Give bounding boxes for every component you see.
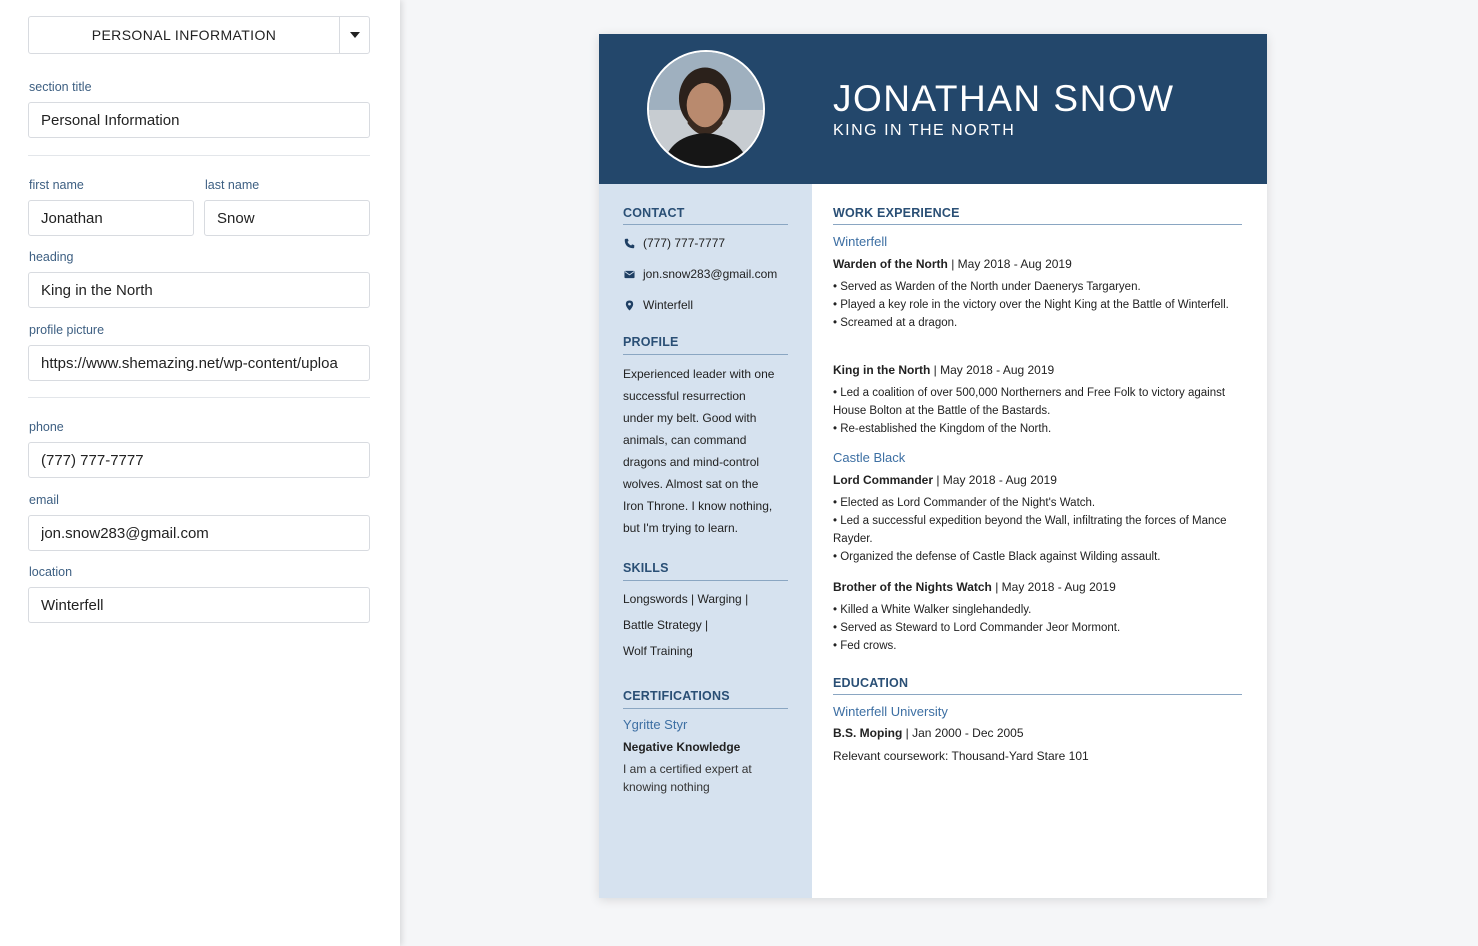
resume-heading: KING IN THE NORTH <box>833 122 1016 139</box>
contact-location: Winterfell <box>643 298 694 312</box>
resume-sidebar: CONTACT (777) 777-7777 jon.snow283@gmail… <box>599 184 812 898</box>
dropdown-button[interactable] <box>339 17 369 53</box>
contact-phone: (777) 777-7777 <box>643 236 726 250</box>
edu-degree: B.S. Moping | Jan 2000 - Dec 2005 <box>833 726 1024 740</box>
section-select-label: PERSONAL INFORMATION <box>91 27 277 43</box>
section-select[interactable]: PERSONAL INFORMATION <box>28 16 370 54</box>
profile-picture-label: profile picture <box>29 323 105 337</box>
resume-header: JONATHAN SNOW KING IN THE NORTH <box>599 34 1267 184</box>
job-bullets: • Led a coalition of over 500,000 Northe… <box>833 387 1226 435</box>
first-name-label: first name <box>29 178 84 192</box>
email-icon <box>623 268 635 280</box>
email-label: email <box>29 493 59 507</box>
work-org: Castle Black <box>833 450 906 465</box>
work-title: WORK EXPERIENCE <box>833 206 960 220</box>
job-bullets: • Elected as Lord Commander of the Night… <box>833 497 1227 563</box>
contact-email: jon.snow283@gmail.com <box>643 267 778 281</box>
skills-text: Longswords | Warging | Battle Strategy |… <box>623 592 749 658</box>
certifications-title: CERTIFICATIONS <box>623 689 730 703</box>
section-rule <box>623 580 788 581</box>
chevron-down-icon <box>349 32 360 38</box>
location-input[interactable] <box>28 587 370 623</box>
resume-main: WORK EXPERIENCE Winterfell Warden of the… <box>812 184 1267 898</box>
job-title: Warden of the North | May 2018 - Aug 201… <box>833 257 1072 271</box>
section-rule <box>623 354 788 355</box>
section-title-input[interactable] <box>28 102 370 138</box>
resume-preview: JONATHAN SNOW KING IN THE NORTH CONTACT … <box>599 34 1267 898</box>
job-title: Brother of the Nights Watch | May 2018 -… <box>833 580 1116 594</box>
edu-school: Winterfell University <box>833 704 948 719</box>
resume-name: JONATHAN SNOW <box>833 78 1175 119</box>
cert-desc: I am a certified expert at knowing nothi… <box>623 762 752 794</box>
job-title: Lord Commander | May 2018 - Aug 2019 <box>833 473 1057 487</box>
editor-panel: PERSONAL INFORMATION section title first… <box>0 0 400 946</box>
section-rule <box>623 708 788 709</box>
divider <box>28 397 370 398</box>
contact-title: CONTACT <box>623 206 685 220</box>
skills-title: SKILLS <box>623 561 669 575</box>
last-name-label: last name <box>205 178 260 192</box>
profile-title: PROFILE <box>623 335 679 349</box>
profile-photo-icon <box>649 52 763 166</box>
section-rule <box>623 224 788 225</box>
heading-label: heading <box>29 250 74 264</box>
phone-input[interactable] <box>28 442 370 478</box>
job-title: King in the North | May 2018 - Aug 2019 <box>833 363 1055 377</box>
avatar <box>647 50 765 168</box>
location-label: location <box>29 565 73 579</box>
section-title-label: section title <box>29 80 92 94</box>
location-pin-icon <box>623 299 635 311</box>
phone-icon <box>623 237 635 249</box>
profile-text: Experienced leader with one successful r… <box>623 367 775 535</box>
last-name-input[interactable] <box>204 200 370 236</box>
edu-coursework: Relevant coursework: Thousand-Yard Stare… <box>833 749 1089 763</box>
job-bullets: • Killed a White Walker singlehandedly. … <box>833 604 1121 652</box>
section-rule <box>833 694 1242 695</box>
work-org: Winterfell <box>833 234 888 249</box>
education-title: EDUCATION <box>833 676 909 690</box>
heading-input[interactable] <box>28 272 370 308</box>
job-bullets: • Served as Warden of the North under Da… <box>833 281 1229 329</box>
profile-picture-input[interactable] <box>28 345 370 381</box>
divider <box>28 155 370 156</box>
first-name-input[interactable] <box>28 200 194 236</box>
email-input[interactable] <box>28 515 370 551</box>
phone-label: phone <box>29 420 64 434</box>
cert-issuer: Ygritte Styr <box>623 717 688 732</box>
cert-name: Negative Knowledge <box>623 740 741 754</box>
section-rule <box>833 224 1242 225</box>
